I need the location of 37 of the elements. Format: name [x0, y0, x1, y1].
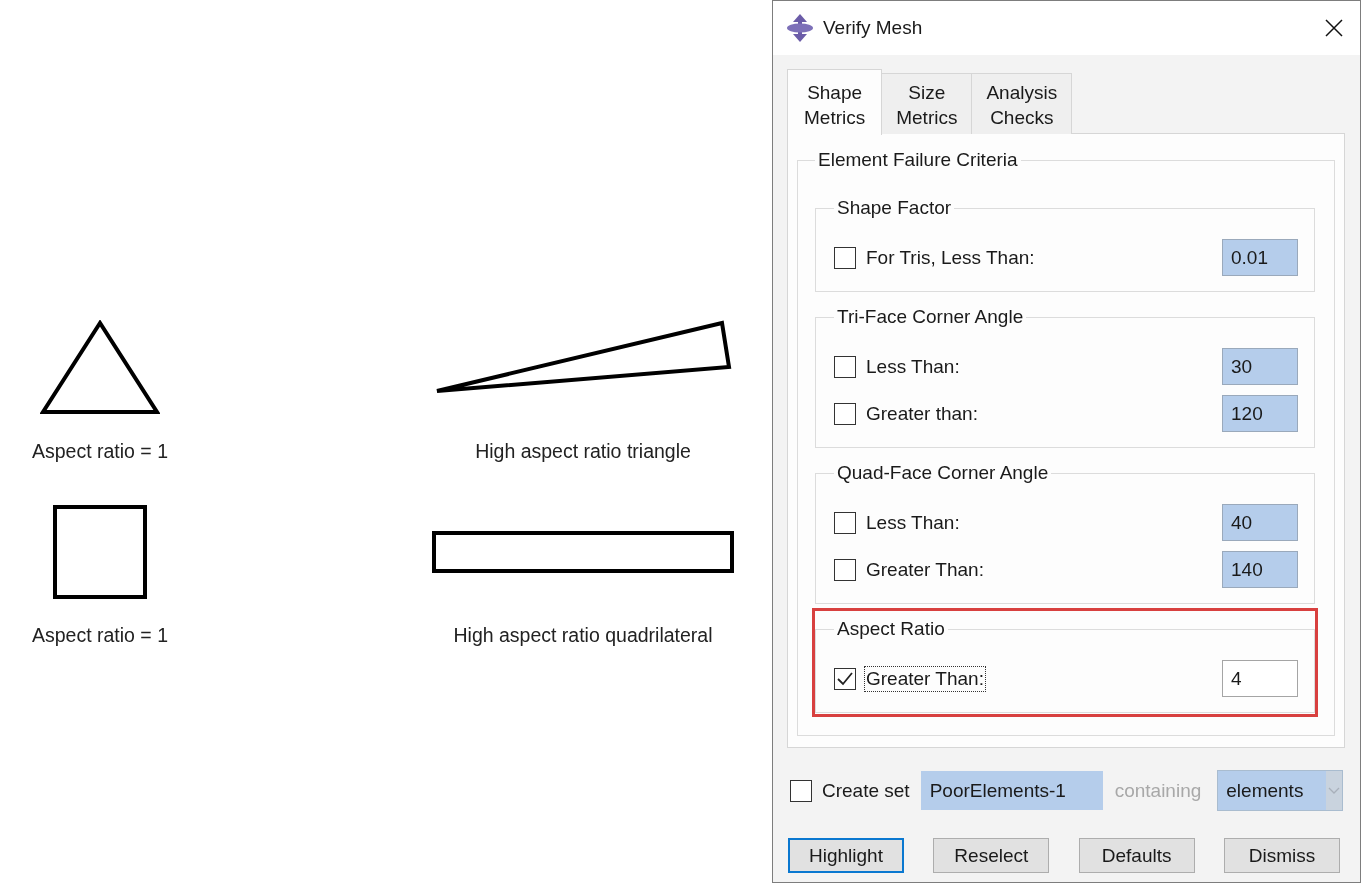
double-arrow-icon	[787, 14, 813, 42]
checkbox[interactable]	[834, 246, 856, 269]
checkbox-label[interactable]: Greater Than:	[864, 665, 986, 692]
check-icon	[837, 671, 853, 686]
checkbox-label[interactable]: Greater Than:	[864, 556, 986, 583]
caption: High aspect ratio triangle	[475, 440, 691, 462]
caption: High aspect ratio quadrilateral	[453, 624, 713, 646]
checkbox[interactable]	[834, 667, 856, 690]
checkbox[interactable]	[834, 355, 856, 378]
checkbox[interactable]	[834, 558, 856, 581]
checkbox-label[interactable]: Create set	[820, 777, 912, 804]
checkbox[interactable]	[834, 511, 856, 534]
checkbox-label[interactable]: Greater than:	[864, 400, 980, 427]
group-title: Element Failure Criteria	[817, 149, 1019, 171]
window-title: Verify Mesh	[823, 17, 924, 39]
group-title: Tri-Face Corner Angle	[836, 306, 1025, 328]
checkbox[interactable]	[790, 779, 812, 802]
dialog-button[interactable]: Defaults	[1078, 838, 1195, 873]
input-field[interactable]: 4	[1222, 660, 1298, 697]
caption: Aspect ratio = 1	[31, 624, 168, 646]
checkbox-label[interactable]: Less Than:	[864, 353, 962, 380]
tab[interactable]: Size Metrics	[881, 73, 973, 134]
group-title: Quad-Face Corner Angle	[836, 462, 1050, 484]
checkbox-label[interactable]: Less Than:	[864, 509, 962, 536]
caption: Aspect ratio = 1	[31, 440, 168, 462]
group-title: Shape Factor	[836, 197, 953, 219]
checkbox-label[interactable]: For Tris, Less Than:	[864, 244, 1037, 271]
dialog-button[interactable]: Reselect	[933, 838, 1050, 873]
dialog-button[interactable]: Highlight	[788, 838, 904, 873]
close-icon[interactable]	[1325, 19, 1343, 37]
field-label: containing	[1114, 779, 1202, 802]
group-title: Aspect Ratio	[836, 618, 946, 640]
tab[interactable]: Shape Metrics	[787, 69, 883, 135]
dialog-button[interactable]: Dismiss	[1224, 838, 1340, 873]
tab[interactable]: Analysis Checks	[971, 73, 1073, 134]
chevron-down-icon	[1326, 771, 1343, 810]
checkbox[interactable]	[834, 402, 856, 425]
